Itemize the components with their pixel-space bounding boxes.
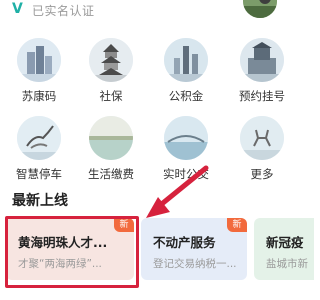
avatar[interactable] <box>243 0 277 18</box>
service-item-utility-payment[interactable]: 生活缴费 <box>76 116 146 186</box>
service-label: 更多 <box>250 167 274 181</box>
card-title: 黄海明珠人才... <box>18 235 108 250</box>
service-item-sukangma[interactable]: 苏康码 <box>4 38 74 108</box>
service-label: 社保 <box>99 89 123 103</box>
bridge-icon <box>164 116 208 160</box>
service-item-more[interactable]: 更多 <box>227 116 297 186</box>
service-item-appointment[interactable]: 预约挂号 <box>227 38 297 108</box>
tower-icon <box>164 38 208 82</box>
tower-icon <box>240 38 284 82</box>
service-label: 生活缴费 <box>88 167 134 181</box>
service-label: 智慧停车 <box>16 167 62 181</box>
service-item-smart-parking[interactable]: 智慧停车 <box>4 116 74 186</box>
latest-card-huanghai-talent[interactable]: 黄海明珠人才... 才聚“两海两绿”... 新 <box>6 218 134 280</box>
latest-card-real-estate[interactable]: 不动产服务 登记交易纳税一... 新 <box>141 218 247 280</box>
service-label: 公积金 <box>168 89 204 103</box>
card-subtitle: 才聚“两海两绿”... <box>18 258 102 270</box>
latest-cards-row[interactable]: 黄海明珠人才... 才聚“两海两绿”... 新 不动产服务 登记交易纳税一...… <box>0 218 314 288</box>
service-label: 苏康码 <box>21 89 57 103</box>
verified-status-text: 已实名认证 <box>32 4 95 18</box>
card-subtitle: 登记交易纳税一... <box>153 258 237 270</box>
pagoda-icon <box>89 38 133 82</box>
card-subtitle: 盐城市新 <box>266 258 308 270</box>
header-bar: V 已实名认证 <box>0 0 300 26</box>
crane-icon <box>17 116 61 160</box>
latest-section-title: 最新上线 <box>12 193 68 209</box>
latest-card-covid[interactable]: 新冠疫 盐城市新 <box>254 218 314 280</box>
service-item-housing-fund[interactable]: 公积金 <box>151 38 221 108</box>
water-scenery-icon <box>89 116 133 160</box>
deer-icon <box>240 116 284 160</box>
service-item-social-security[interactable]: 社保 <box>76 38 146 108</box>
service-item-realtime-bus[interactable]: 实时公交 <box>151 116 221 186</box>
card-title: 新冠疫 <box>266 235 304 250</box>
service-label: 实时公交 <box>163 167 209 181</box>
new-badge: 新 <box>227 218 247 232</box>
card-title: 不动产服务 <box>153 235 216 250</box>
service-label: 预约挂号 <box>239 89 285 103</box>
new-badge: 新 <box>114 218 134 232</box>
v-icon: V <box>12 1 23 17</box>
city-building-icon <box>17 38 61 82</box>
